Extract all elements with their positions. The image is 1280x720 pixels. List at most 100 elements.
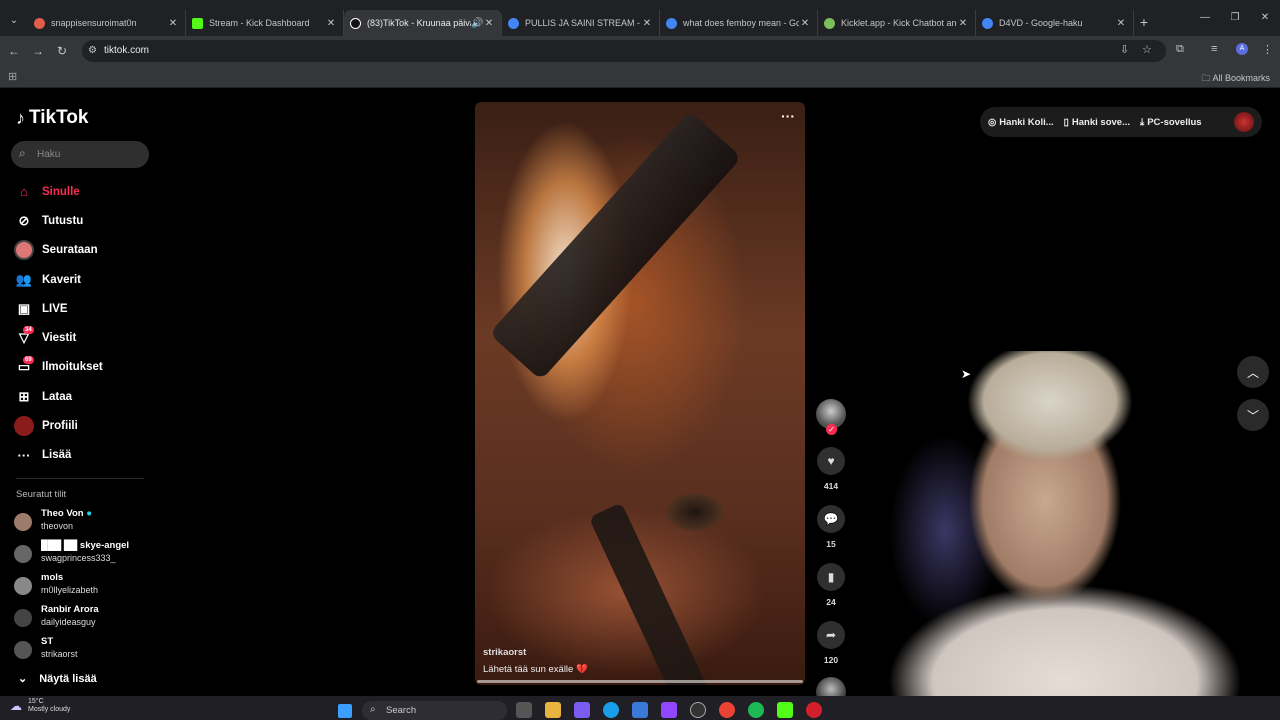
close-window-icon[interactable]: ✕ [1250, 12, 1280, 23]
browser-tab[interactable]: what does femboy mean - Goo ✕ [660, 10, 818, 36]
followed-account[interactable]: mols m0llyelizabeth [14, 572, 154, 604]
sidebar-item-tutustu[interactable]: ⊘ Tutustu [14, 206, 154, 235]
followed-account[interactable]: Ranbir Arora dailyideasguy [14, 604, 154, 636]
windows-start-icon[interactable] [338, 704, 352, 718]
reload-icon[interactable]: ↻ [54, 43, 70, 59]
verified-icon: ● [86, 508, 92, 519]
taskbar-apps [516, 702, 822, 718]
close-tab-icon[interactable]: ✕ [799, 18, 811, 29]
sidebar-item-ilmoitukset[interactable]: ▭ 69 Ilmoitukset [14, 353, 154, 382]
weather-desc: Mostly cloudy [28, 706, 71, 713]
tab-favicon-icon [824, 17, 835, 29]
account-handle: dailyideasguy [41, 617, 96, 627]
bookmark-star-icon[interactable]: ☆ [1142, 43, 1152, 56]
close-tab-icon[interactable]: ✕ [167, 18, 179, 29]
sidebar-item-label: Sinulle [42, 185, 80, 198]
sidebar-item-profiili[interactable]: Profiili [14, 411, 154, 440]
sidebar-item-live[interactable]: ▣ LIVE [14, 294, 154, 323]
address-bar[interactable]: ⚙ tiktok.com [82, 40, 1166, 62]
apps-grid-icon[interactable]: ⊞ [8, 70, 17, 83]
share-button[interactable]: ➦ 120 [815, 621, 847, 665]
live-icon: ▣ [17, 300, 31, 316]
avatar [14, 513, 32, 531]
account-name: ST [41, 636, 54, 647]
profile-avatar[interactable]: A [1236, 43, 1248, 55]
task-view-icon[interactable] [516, 702, 532, 718]
video-progress-bar[interactable] [477, 680, 803, 683]
all-bookmarks-link[interactable]: 🗀 All Bookmarks [1201, 71, 1270, 87]
video-more-icon[interactable]: ··· [781, 108, 795, 124]
menu-kebab-icon[interactable]: ⋮ [1262, 43, 1273, 56]
close-tab-icon[interactable]: ✕ [483, 18, 495, 29]
browser-tab[interactable]: Kicklet.app - Kick Chatbot and ✕ [818, 10, 976, 36]
sidebar-item-lisaa[interactable]: ··· Lisää [14, 441, 154, 470]
kick-icon[interactable] [777, 702, 793, 718]
pc-app-button[interactable]: ⤓ PC-sovellus [1140, 117, 1202, 128]
comment-button[interactable]: 💬 15 [815, 505, 847, 549]
twitch-icon[interactable] [661, 702, 677, 718]
pc-app-label: PC-sovellus [1147, 116, 1202, 128]
close-tab-icon[interactable]: ✕ [957, 18, 969, 29]
user-avatar[interactable] [1234, 112, 1254, 132]
taskbar-search[interactable]: ⌕ Search [362, 701, 507, 720]
browser-tab[interactable]: snappisensuroimat0n ✕ [28, 10, 186, 36]
media-control-icon[interactable]: ≡ [1211, 43, 1217, 55]
close-tab-icon[interactable]: ✕ [641, 18, 653, 29]
followed-account[interactable]: ███ ██ skye-angel swagprincess333_ [14, 540, 154, 572]
search-input[interactable] [37, 146, 137, 162]
restore-icon[interactable]: ❐ [1220, 12, 1250, 23]
new-tab-button[interactable]: + [1134, 10, 1154, 36]
browser-tab[interactable]: PULLIS JA SAINI STREAM - Goo ✕ [502, 10, 660, 36]
close-tab-icon[interactable]: ✕ [325, 18, 337, 29]
followed-accounts-title: Seuratut tilit [16, 489, 67, 500]
tab-search-icon[interactable]: ⌄ [6, 13, 22, 29]
chrome-icon[interactable] [719, 702, 735, 718]
opera-icon[interactable] [806, 702, 822, 718]
creator-avatar[interactable]: ✓ [816, 399, 846, 435]
browser-tab[interactable]: Stream - Kick Dashboard ✕ [186, 10, 344, 36]
weather-widget[interactable]: ☁ 15°C Mostly cloudy [10, 698, 70, 714]
file-explorer-icon[interactable] [545, 702, 561, 718]
copilot-icon[interactable] [574, 702, 590, 718]
webcam-overlay [845, 351, 1280, 696]
browser-tab[interactable]: D4VD - Google-haku ✕ [976, 10, 1134, 36]
video-author[interactable]: strikaorst [483, 647, 526, 658]
follow-plus-icon[interactable]: ✓ [826, 424, 837, 435]
get-app-button[interactable]: ▯ Hanki sove... [1064, 117, 1130, 128]
weather-temp: 15°C [28, 698, 44, 705]
followed-account[interactable]: Theo Von ● theovon [14, 508, 154, 540]
google-favicon-icon [666, 17, 677, 29]
like-button[interactable]: ♥ 414 [815, 447, 847, 491]
spotify-icon[interactable] [748, 702, 764, 718]
tab-title: snappisensuroimat0n [51, 18, 137, 28]
show-more-button[interactable]: ⌄ Näytä lisää [18, 672, 97, 686]
sidebar-item-seurataan[interactable]: Seurataan [14, 236, 154, 265]
get-coins-button[interactable]: ◎ Hanki Koli... [988, 117, 1054, 128]
speaker-icon[interactable]: 🔊 [471, 18, 483, 29]
sidebar-item-lataa[interactable]: ⊞ Lataa [14, 382, 154, 411]
close-tab-icon[interactable]: ✕ [1115, 18, 1127, 29]
minimize-icon[interactable]: — [1190, 12, 1220, 23]
install-icon[interactable]: ⇩ [1120, 43, 1129, 56]
sidebar-item-kaverit[interactable]: 👥 Kaverit [14, 265, 154, 294]
edge-icon[interactable] [603, 702, 619, 718]
save-button[interactable]: ▮ 24 [815, 563, 847, 607]
store-icon[interactable] [632, 702, 648, 718]
sidebar-item-sinulle[interactable]: ⌂ Sinulle [14, 177, 154, 206]
account-name: ███ ██ skye-angel [41, 540, 130, 551]
messages-badge: 34 [23, 326, 34, 335]
site-info-icon[interactable]: ⚙ [88, 45, 97, 56]
followed-account[interactable]: ST strikaorst [14, 636, 154, 668]
browser-tab-active[interactable]: (83)TikTok - Kruunaa päiväs 🔊 ✕ [344, 10, 502, 36]
show-more-label: Näytä lisää [39, 672, 97, 685]
back-icon[interactable]: ← [6, 43, 22, 59]
sidebar-item-viestit[interactable]: ▽ 34 Viestit [14, 323, 154, 352]
search-box[interactable]: ⌕ [11, 141, 149, 168]
tab-strip: snappisensuroimat0n ✕ Stream - Kick Dash… [28, 10, 1154, 36]
video-player[interactable]: ··· strikaorst Lähetä tää sun exälle 💔 [475, 102, 805, 685]
forward-icon[interactable]: → [30, 43, 46, 59]
extensions-icon[interactable]: ⧉ [1176, 43, 1184, 56]
obs-icon[interactable] [690, 702, 706, 718]
tiktok-logo[interactable]: ♪ TikTok [16, 107, 88, 129]
sidebar-item-label: LIVE [42, 302, 68, 315]
